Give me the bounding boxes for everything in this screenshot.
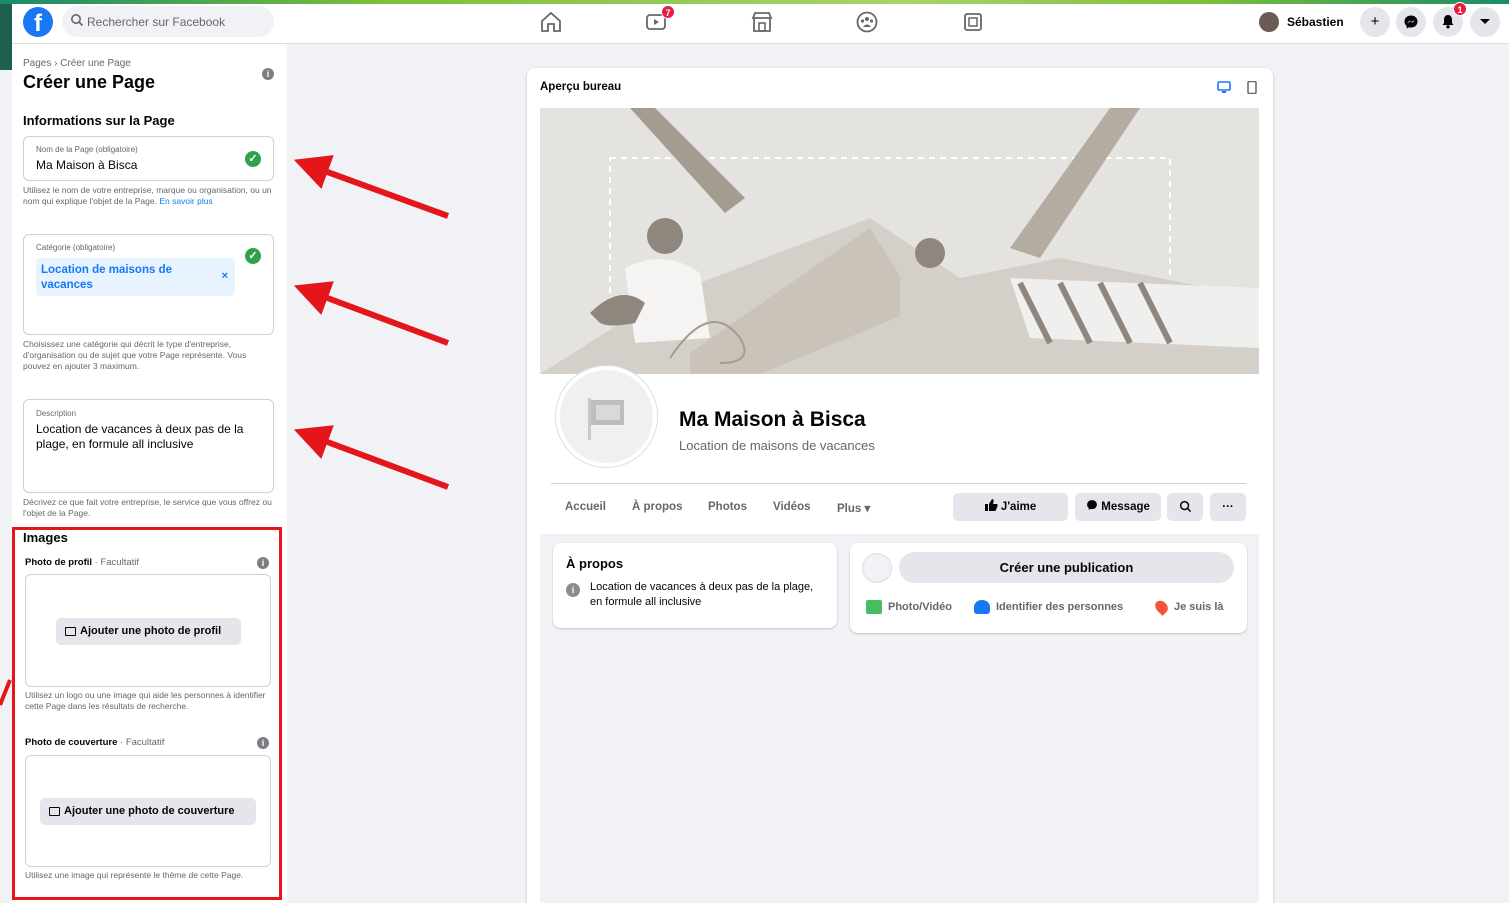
photo-video-action[interactable]: Photo/Vidéo (866, 600, 952, 614)
gaming-icon[interactable] (960, 9, 986, 35)
account-menu-button[interactable] (1470, 7, 1500, 37)
divider (551, 483, 1246, 484)
profile-photo-dropzone[interactable]: Ajouter une photo de profil (25, 574, 271, 687)
valid-check-icon: ✓ (245, 248, 261, 264)
section-title: Informations sur la Page (23, 113, 175, 128)
facebook-topbar: f Rechercher sur Facebook 7 Sébastien + … (12, 2, 1509, 44)
preview-title: Aperçu bureau (540, 81, 622, 93)
arrow-to-category-field (293, 281, 450, 346)
flag-icon (588, 398, 624, 440)
desktop-icon[interactable] (1217, 81, 1231, 94)
check-in-action[interactable]: Je suis là (1152, 598, 1224, 616)
about-card: À propos i Location de vacances à deux p… (553, 543, 837, 628)
page-avatar-small (862, 553, 892, 583)
info-icon[interactable]: i (262, 68, 274, 80)
add-cover-photo-button[interactable]: Ajouter une photo de couverture (40, 798, 256, 825)
info-icon: i (566, 583, 580, 597)
tag-people-icon (974, 600, 990, 614)
info-icon[interactable]: i (257, 557, 269, 569)
facebook-logo-icon[interactable]: f (23, 7, 53, 37)
profile-photo-label: Photo de profil · Facultatif (25, 557, 140, 568)
tab-videos[interactable]: Vidéos (773, 501, 811, 513)
cover-photo-label: Photo de couverture · Facultatif (25, 737, 165, 748)
user-avatar (1259, 12, 1279, 32)
about-text: Location de vacances à deux pas de la pl… (590, 581, 814, 608)
thumbs-up-icon (984, 499, 998, 511)
photo-video-icon (866, 600, 882, 614)
breadcrumb[interactable]: Pages › Créer une Page (23, 58, 131, 69)
cover-illustration-image (540, 108, 1259, 374)
create-post-button[interactable]: Créer une publication (899, 552, 1234, 583)
category-help: Choisissez une catégorie qui décrit le t… (23, 339, 247, 371)
arrow-partial-left (0, 679, 12, 706)
messenger-icon (1404, 15, 1418, 29)
search-icon (71, 14, 84, 27)
caret-down-icon (1480, 19, 1490, 24)
arrow-to-name-field (293, 155, 450, 219)
create-page-sidebar: Pages › Créer une Page Créer une Page i … (12, 44, 287, 903)
search-input[interactable]: Rechercher sur Facebook (62, 6, 274, 37)
cover-photo-dropzone[interactable]: Ajouter une photo de couverture (25, 755, 271, 867)
photo-icon (65, 627, 76, 636)
message-button[interactable]: Message (1075, 493, 1161, 521)
photo-icon (49, 807, 60, 816)
tab-plus[interactable]: Plus ▾ (837, 501, 870, 515)
tag-people-action[interactable]: Identifier des personnes (974, 600, 1123, 614)
watch-badge: 7 (661, 5, 675, 19)
create-button[interactable]: + (1360, 7, 1390, 37)
category-chip[interactable]: Location de maisons de vacances × (36, 258, 235, 296)
info-icon[interactable]: i (257, 737, 269, 749)
search-page-button[interactable] (1167, 493, 1203, 521)
like-button[interactable]: J'aime (953, 493, 1068, 521)
cover-photo-help: Utilisez une image qui représente le thè… (25, 870, 244, 880)
arrow-to-description-field (293, 425, 450, 490)
mobile-icon[interactable] (1245, 81, 1259, 94)
cover-illustration (540, 108, 1259, 374)
page-name-value[interactable]: Ma Maison à Bisca (36, 158, 137, 173)
add-profile-photo-button[interactable]: Ajouter une photo de profil (56, 618, 241, 645)
category-field[interactable]: Catégorie (obligatoire) Location de mais… (23, 234, 274, 335)
about-title: À propos (566, 556, 624, 571)
bell-icon (1442, 15, 1454, 29)
groups-icon[interactable] (854, 9, 880, 35)
description-field[interactable]: Description Location de vacances à deux … (23, 399, 274, 493)
messenger-icon (1087, 500, 1097, 510)
messenger-button[interactable] (1396, 7, 1426, 37)
home-icon[interactable] (538, 9, 564, 35)
profile-photo-help: Utilisez un logo ou une image qui aide l… (25, 690, 266, 711)
valid-check-icon: ✓ (245, 151, 261, 167)
user-name: Sébastien (1287, 15, 1344, 29)
remove-category-icon[interactable]: × (222, 269, 228, 284)
description-help: Décrivez ce que fait votre entreprise, l… (23, 497, 272, 518)
page-body: À propos i Location de vacances à deux p… (540, 534, 1259, 903)
page-name-help: Utilisez le nom de votre entreprise, mar… (23, 185, 272, 206)
page-name: Ma Maison à Bisca (679, 408, 866, 431)
page-category: Location de maisons de vacances (679, 438, 875, 453)
learn-more-link[interactable]: En savoir plus (159, 196, 212, 206)
desktop-preview-panel: Aperçu bureau Ma Maison à Bisca Location… (527, 68, 1273, 903)
page-title: Créer une Page (23, 72, 156, 92)
left-accent-stripe (0, 4, 12, 70)
location-pin-icon (1152, 598, 1171, 616)
category-label: Catégorie (obligatoire) (36, 243, 116, 252)
category-chip-label: Location de maisons de vacances (41, 264, 172, 291)
description-label: Description (36, 409, 77, 418)
tab-a-propos[interactable]: À propos (632, 501, 682, 513)
search-placeholder: Rechercher sur Facebook (87, 15, 226, 29)
marketplace-icon[interactable] (749, 9, 775, 35)
create-post-card: Créer une publication Photo/Vidéo Identi… (850, 543, 1247, 633)
description-value[interactable]: Location de vacances à deux pas de la pl… (36, 422, 261, 452)
page-avatar (556, 366, 657, 467)
search-icon (1179, 500, 1191, 513)
notifications-badge: 1 (1453, 2, 1467, 16)
page-header: Ma Maison à Bisca Location de maisons de… (540, 366, 1259, 534)
images-section-title: Images (23, 530, 68, 545)
page-name-label: Nom de la Page (obligatoire) (36, 145, 138, 154)
tab-photos[interactable]: Photos (708, 501, 747, 513)
page-name-field[interactable]: Nom de la Page (obligatoire) Ma Maison à… (23, 136, 274, 181)
tab-accueil[interactable]: Accueil (565, 501, 606, 513)
more-options-button[interactable]: ··· (1210, 493, 1246, 521)
